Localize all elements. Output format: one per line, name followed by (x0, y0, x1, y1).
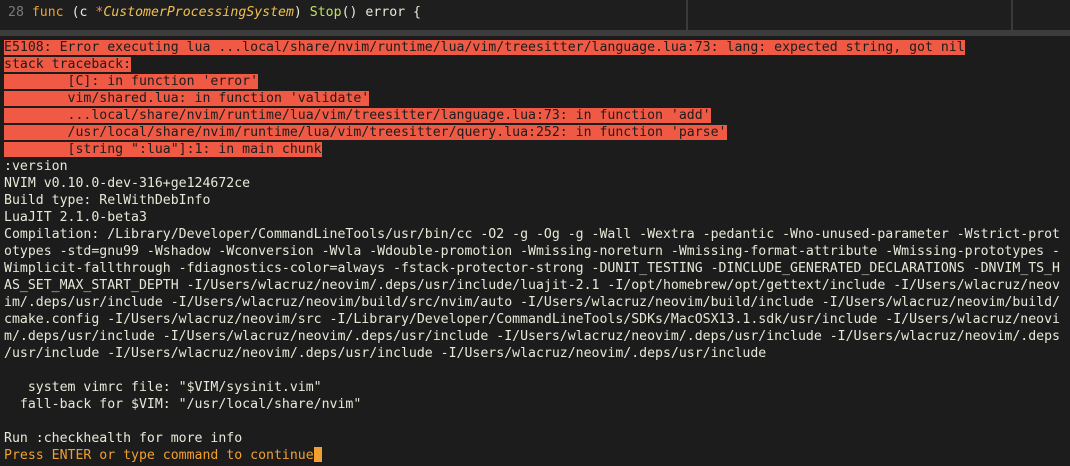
side-pane[interactable] (692, 0, 1011, 30)
error-line: vim/shared.lua: in function 'validate' (4, 91, 370, 106)
version-line: NVIM v0.10.0-dev-316+ge124672ce (4, 176, 251, 191)
pane-divider[interactable] (1011, 0, 1013, 30)
version-command: :version (4, 159, 68, 174)
error-line: [string ":lua"]:1: in main chunk (4, 142, 322, 157)
vimrc-line: system vimrc file: "$VIM/sysinit.vim" (4, 380, 322, 395)
right-pane[interactable] (1017, 0, 1070, 30)
error-line: E5108: Error executing lua ...local/shar… (4, 40, 965, 55)
checkhealth-hint: Run :checkhealth for more info (4, 431, 243, 446)
pane-divider[interactable] (686, 0, 688, 30)
error-line: /usr/local/share/nvim/runtime/lua/vim/tr… (4, 125, 727, 140)
error-line: [C]: in function 'error' (4, 74, 259, 89)
error-line: stack traceback: (4, 57, 132, 72)
code-pane[interactable]: 28 func (c *CustomerProcessingSystem) St… (0, 0, 686, 30)
function-signature-rest: () error { (341, 5, 421, 20)
code-line-28[interactable]: 28 func (c *CustomerProcessingSystem) St… (8, 4, 421, 21)
error-line: ...local/share/nvim/runtime/lua/vim/tree… (4, 108, 711, 123)
cursor (313, 447, 322, 462)
continue-prompt-text: Press ENTER or type command to continue (4, 448, 314, 463)
fallback-line: fall-back for $VIM: "/usr/local/share/nv… (4, 397, 362, 412)
compilation-line: /usr/include -I/Users/wlacruz/neovim/.de… (4, 346, 767, 361)
version-line: Build type: RelWithDebInfo (4, 193, 211, 208)
compilation-line: AS_SET_MAX_START_DEPTH -I/Users/wlacruz/… (4, 278, 1060, 293)
compilation-line: otypes -std=gnu99 -Wshadow -Wconversion … (4, 244, 1060, 259)
compilation-line: Compilation: /Library/Developer/CommandL… (4, 227, 1060, 242)
receiver-open: (c (71, 5, 96, 20)
compilation-line: m/.deps/usr/include -I/Users/wlacruz/neo… (4, 329, 1060, 344)
message-area: E5108: Error executing lua ...local/shar… (0, 36, 1070, 466)
compilation-line: cmake.config -I/Users/wlacruz/neovim/src… (4, 312, 1060, 327)
receiver-type: CustomerProcessingSystem (103, 5, 294, 20)
keyword-func: func (31, 5, 64, 20)
receiver-close: ) (293, 5, 310, 20)
continue-prompt[interactable]: Press ENTER or type command to continue (4, 447, 322, 464)
compilation-line: im/.deps/usr/include -I/Users/wlacruz/ne… (4, 295, 1060, 310)
version-line: LuaJIT 2.1.0-beta3 (4, 210, 147, 225)
editor-window-row: 28 func (c *CustomerProcessingSystem) St… (0, 0, 1070, 30)
compilation-line: Wimplicit-fallthrough -fdiagnostics-colo… (4, 261, 1060, 276)
line-number: 28 (8, 5, 24, 20)
function-name: Stop (309, 5, 342, 20)
